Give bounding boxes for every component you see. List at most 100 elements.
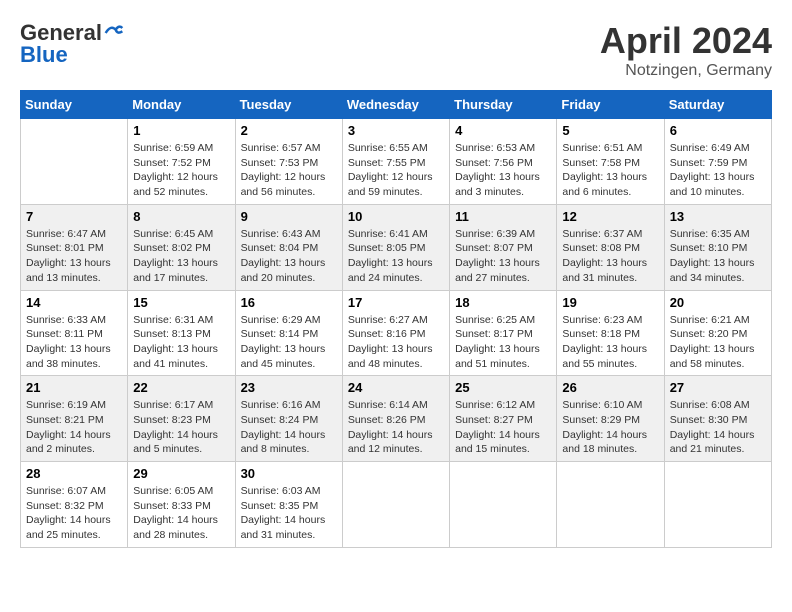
month-title: April 2024 bbox=[600, 20, 772, 62]
calendar-cell: 2 Sunrise: 6:57 AMSunset: 7:53 PMDaylight… bbox=[235, 119, 342, 205]
day-header-sunday: Sunday bbox=[21, 91, 128, 119]
calendar-cell bbox=[557, 462, 664, 548]
calendar-cell: 11 Sunrise: 6:39 AMSunset: 8:07 PMDayligh… bbox=[450, 204, 557, 290]
day-number: 9 bbox=[241, 209, 337, 224]
calendar-cell: 30Sunrise: 6:03 AMSunset: 8:35 PMDayligh… bbox=[235, 462, 342, 548]
location: Notzingen, Germany bbox=[600, 62, 772, 80]
day-number: 7 bbox=[26, 209, 122, 224]
day-header-tuesday: Tuesday bbox=[235, 91, 342, 119]
day-number: 11 bbox=[455, 209, 551, 224]
day-number: 23 bbox=[241, 380, 337, 395]
day-info: Sunrise: 6:07 AMSunset: 8:32 PMDaylight:… bbox=[26, 484, 122, 543]
calendar-cell: 16 Sunrise: 6:29 AMSunset: 8:14 PMDayligh… bbox=[235, 290, 342, 376]
title-section: April 2024 Notzingen, Germany bbox=[600, 20, 772, 80]
day-number: 16 bbox=[241, 295, 337, 310]
calendar-cell: 1 Sunrise: 6:59 AMSunset: 7:52 PMDaylight… bbox=[128, 119, 235, 205]
day-info: Sunrise: 6:37 AMSunset: 8:08 PMDaylight:… bbox=[562, 227, 658, 286]
calendar-cell bbox=[342, 462, 449, 548]
calendar-cell: 8Sunrise: 6:45 AMSunset: 8:02 PMDaylight… bbox=[128, 204, 235, 290]
day-number: 19 bbox=[562, 295, 658, 310]
calendar-cell: 22 Sunrise: 6:17 AMSunset: 8:23 PMDayligh… bbox=[128, 376, 235, 462]
day-number: 4 bbox=[455, 123, 551, 138]
day-number: 18 bbox=[455, 295, 551, 310]
day-info: Sunrise: 6:21 AMSunset: 8:20 PMDaylight:… bbox=[670, 313, 766, 372]
day-number: 5 bbox=[562, 123, 658, 138]
calendar-cell: 12 Sunrise: 6:37 AMSunset: 8:08 PMDayligh… bbox=[557, 204, 664, 290]
calendar-cell: 25Sunrise: 6:12 AMSunset: 8:27 PMDayligh… bbox=[450, 376, 557, 462]
calendar-week-3: 14Sunrise: 6:33 AMSunset: 8:11 PMDayligh… bbox=[21, 290, 772, 376]
day-info: Sunrise: 6:19 AMSunset: 8:21 PMDaylight:… bbox=[26, 398, 122, 457]
day-info: Sunrise: 6:59 AMSunset: 7:52 PMDaylight:… bbox=[133, 141, 229, 200]
calendar-cell bbox=[450, 462, 557, 548]
calendar-cell bbox=[21, 119, 128, 205]
calendar-cell: 26 Sunrise: 6:10 AMSunset: 8:29 PMDayligh… bbox=[557, 376, 664, 462]
calendar-cell: 17 Sunrise: 6:27 AMSunset: 8:16 PMDayligh… bbox=[342, 290, 449, 376]
day-number: 20 bbox=[670, 295, 766, 310]
day-info: Sunrise: 6:10 AMSunset: 8:29 PMDaylight:… bbox=[562, 398, 658, 457]
day-number: 25 bbox=[455, 380, 551, 395]
calendar-cell: 24 Sunrise: 6:14 AMSunset: 8:26 PMDayligh… bbox=[342, 376, 449, 462]
day-info: Sunrise: 6:29 AMSunset: 8:14 PMDaylight:… bbox=[241, 313, 337, 372]
day-number: 17 bbox=[348, 295, 444, 310]
logo: General Blue bbox=[20, 20, 124, 68]
day-info: Sunrise: 6:39 AMSunset: 8:07 PMDaylight:… bbox=[455, 227, 551, 286]
day-info: Sunrise: 6:23 AMSunset: 8:18 PMDaylight:… bbox=[562, 313, 658, 372]
logo-blue-text: Blue bbox=[20, 42, 68, 68]
day-info: Sunrise: 6:27 AMSunset: 8:16 PMDaylight:… bbox=[348, 313, 444, 372]
day-number: 13 bbox=[670, 209, 766, 224]
day-number: 2 bbox=[241, 123, 337, 138]
day-info: Sunrise: 6:53 AMSunset: 7:56 PMDaylight:… bbox=[455, 141, 551, 200]
calendar-cell: 19 Sunrise: 6:23 AMSunset: 8:18 PMDayligh… bbox=[557, 290, 664, 376]
day-number: 28 bbox=[26, 466, 122, 481]
day-header-wednesday: Wednesday bbox=[342, 91, 449, 119]
calendar-cell: 10Sunrise: 6:41 AMSunset: 8:05 PMDayligh… bbox=[342, 204, 449, 290]
day-info: Sunrise: 6:14 AMSunset: 8:26 PMDaylight:… bbox=[348, 398, 444, 457]
day-header-saturday: Saturday bbox=[664, 91, 771, 119]
calendar-cell: 20 Sunrise: 6:21 AMSunset: 8:20 PMDayligh… bbox=[664, 290, 771, 376]
day-number: 30 bbox=[241, 466, 337, 481]
day-number: 22 bbox=[133, 380, 229, 395]
day-header-thursday: Thursday bbox=[450, 91, 557, 119]
calendar-week-4: 21 Sunrise: 6:19 AMSunset: 8:21 PMDayligh… bbox=[21, 376, 772, 462]
logo-icon bbox=[104, 23, 124, 43]
day-number: 15 bbox=[133, 295, 229, 310]
day-info: Sunrise: 6:33 AMSunset: 8:11 PMDaylight:… bbox=[26, 313, 122, 372]
day-number: 1 bbox=[133, 123, 229, 138]
calendar-cell: 5Sunrise: 6:51 AMSunset: 7:58 PMDaylight… bbox=[557, 119, 664, 205]
calendar-cell: 23 Sunrise: 6:16 AMSunset: 8:24 PMDayligh… bbox=[235, 376, 342, 462]
day-number: 24 bbox=[348, 380, 444, 395]
day-info: Sunrise: 6:35 AMSunset: 8:10 PMDaylight:… bbox=[670, 227, 766, 286]
day-info: Sunrise: 6:25 AMSunset: 8:17 PMDaylight:… bbox=[455, 313, 551, 372]
day-info: Sunrise: 6:17 AMSunset: 8:23 PMDaylight:… bbox=[133, 398, 229, 457]
day-number: 26 bbox=[562, 380, 658, 395]
calendar-cell: 7Sunrise: 6:47 AMSunset: 8:01 PMDaylight… bbox=[21, 204, 128, 290]
calendar-table: SundayMondayTuesdayWednesdayThursdayFrid… bbox=[20, 90, 772, 548]
day-number: 3 bbox=[348, 123, 444, 138]
day-info: Sunrise: 6:16 AMSunset: 8:24 PMDaylight:… bbox=[241, 398, 337, 457]
day-number: 21 bbox=[26, 380, 122, 395]
calendar-week-5: 28 Sunrise: 6:07 AMSunset: 8:32 PMDayligh… bbox=[21, 462, 772, 548]
calendar-cell: 14Sunrise: 6:33 AMSunset: 8:11 PMDayligh… bbox=[21, 290, 128, 376]
calendar-cell: 29 Sunrise: 6:05 AMSunset: 8:33 PMDayligh… bbox=[128, 462, 235, 548]
calendar-cell: 3 Sunrise: 6:55 AMSunset: 7:55 PMDaylight… bbox=[342, 119, 449, 205]
calendar-cell: 4 Sunrise: 6:53 AMSunset: 7:56 PMDaylight… bbox=[450, 119, 557, 205]
day-info: Sunrise: 6:41 AMSunset: 8:05 PMDaylight:… bbox=[348, 227, 444, 286]
day-number: 29 bbox=[133, 466, 229, 481]
calendar-cell: 15 Sunrise: 6:31 AMSunset: 8:13 PMDayligh… bbox=[128, 290, 235, 376]
day-info: Sunrise: 6:55 AMSunset: 7:55 PMDaylight:… bbox=[348, 141, 444, 200]
day-info: Sunrise: 6:08 AMSunset: 8:30 PMDaylight:… bbox=[670, 398, 766, 457]
calendar-cell: 21 Sunrise: 6:19 AMSunset: 8:21 PMDayligh… bbox=[21, 376, 128, 462]
calendar-cell: 9 Sunrise: 6:43 AMSunset: 8:04 PMDaylight… bbox=[235, 204, 342, 290]
day-number: 6 bbox=[670, 123, 766, 138]
calendar-cell: 28 Sunrise: 6:07 AMSunset: 8:32 PMDayligh… bbox=[21, 462, 128, 548]
calendar-week-2: 7Sunrise: 6:47 AMSunset: 8:01 PMDaylight… bbox=[21, 204, 772, 290]
calendar-cell: 18 Sunrise: 6:25 AMSunset: 8:17 PMDayligh… bbox=[450, 290, 557, 376]
calendar-cell: 27Sunrise: 6:08 AMSunset: 8:30 PMDayligh… bbox=[664, 376, 771, 462]
day-info: Sunrise: 6:57 AMSunset: 7:53 PMDaylight:… bbox=[241, 141, 337, 200]
day-number: 12 bbox=[562, 209, 658, 224]
day-header-friday: Friday bbox=[557, 91, 664, 119]
day-info: Sunrise: 6:43 AMSunset: 8:04 PMDaylight:… bbox=[241, 227, 337, 286]
day-info: Sunrise: 6:05 AMSunset: 8:33 PMDaylight:… bbox=[133, 484, 229, 543]
page-header: General Blue April 2024 Notzingen, Germa… bbox=[20, 20, 772, 80]
day-info: Sunrise: 6:31 AMSunset: 8:13 PMDaylight:… bbox=[133, 313, 229, 372]
